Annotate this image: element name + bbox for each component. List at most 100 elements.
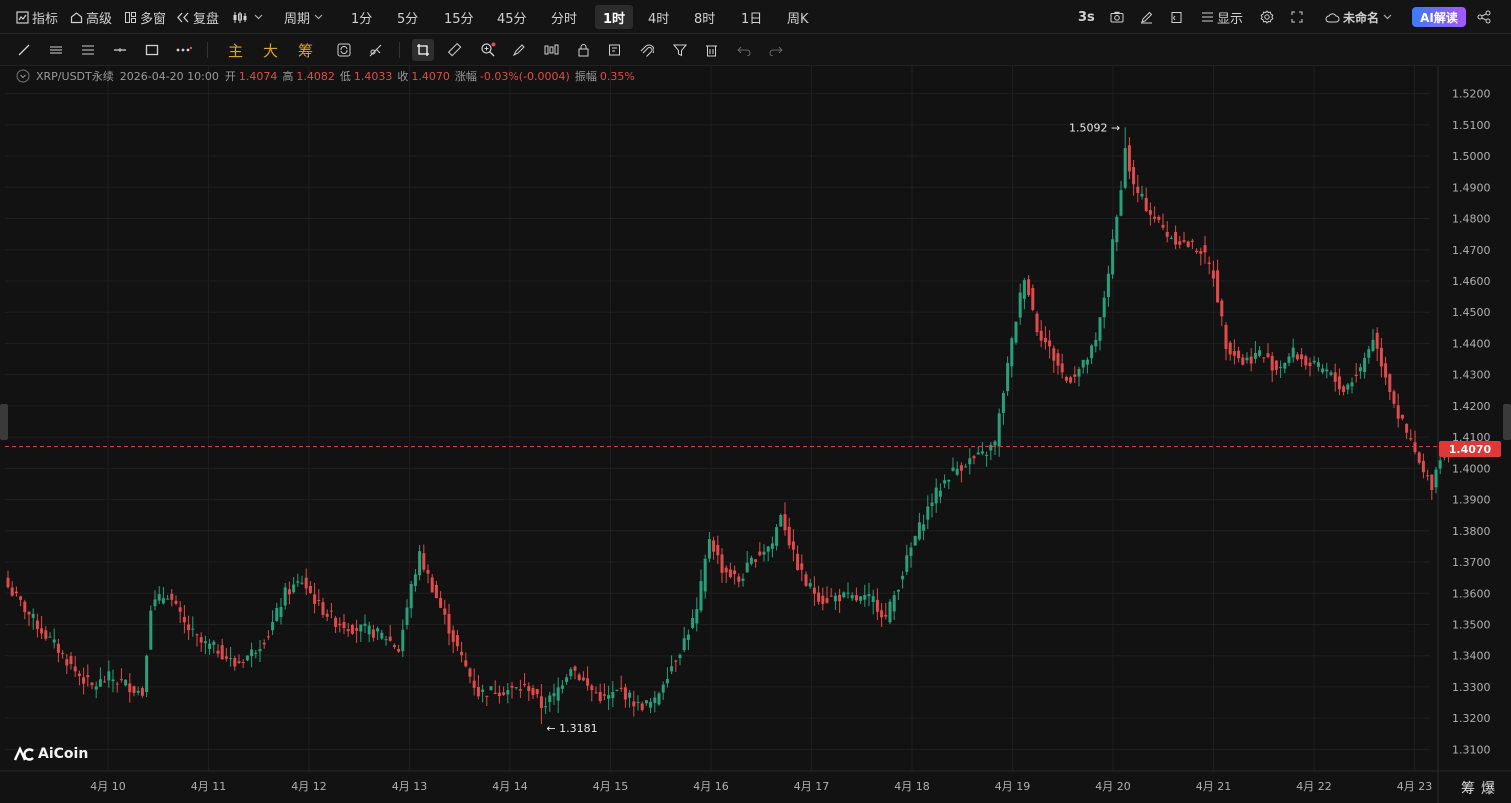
candle-body: [397, 648, 401, 652]
main-chart-toggle[interactable]: 主: [228, 40, 243, 61]
candle-body: [1287, 356, 1291, 363]
candle-body: [707, 539, 711, 559]
candle-body: [187, 624, 191, 631]
divider: [399, 42, 400, 58]
candle-body: [1140, 193, 1144, 197]
undo-button[interactable]: [734, 40, 754, 60]
return-icon: [1171, 11, 1182, 23]
candle-body: [737, 576, 741, 582]
collapse-icon[interactable]: [16, 69, 30, 83]
interval-15m[interactable]: 15分: [444, 0, 474, 34]
candle-body: [308, 585, 312, 593]
more-tools-button[interactable]: [174, 40, 194, 60]
left-panel-handle[interactable]: [0, 404, 8, 440]
line-icon: [18, 44, 30, 56]
candle-body: [304, 577, 308, 589]
candle-body: [376, 628, 380, 632]
magnet-tool[interactable]: [637, 40, 657, 60]
undo-layout-button[interactable]: [1170, 0, 1186, 34]
chips-toggle[interactable]: 筹: [298, 40, 313, 61]
candle-body: [1081, 359, 1085, 368]
candle-body: [833, 595, 837, 602]
candle-body: [103, 681, 107, 683]
last-price-tag: 1.4070: [1439, 441, 1501, 457]
layout-dropdown[interactable]: 未命名: [1325, 0, 1395, 34]
advanced-button[interactable]: 高级: [70, 0, 112, 34]
candle-body: [657, 693, 661, 705]
interval-45m[interactable]: 45分: [497, 0, 527, 34]
interval-5m[interactable]: 5分: [397, 0, 418, 34]
chips-panel-toggle[interactable]: 筹爆: [1461, 778, 1501, 798]
cursor-tool[interactable]: [412, 39, 434, 61]
interval-1d[interactable]: 1日: [741, 0, 762, 34]
candle-body: [560, 685, 564, 689]
settings-button[interactable]: [1260, 0, 1277, 34]
candle-body: [1014, 321, 1018, 343]
x-tick-label: 4月 12: [291, 780, 327, 793]
zoom-tool[interactable]: [478, 40, 498, 60]
candle-body: [863, 594, 867, 600]
parallel-lines-tool[interactable]: [46, 40, 66, 60]
interval-4h[interactable]: 4时: [648, 0, 669, 34]
interval-timeshare[interactable]: 分时: [551, 0, 577, 34]
y-tick-label: 1.5200: [1452, 88, 1491, 101]
ai-interpret-button[interactable]: AI解读: [1412, 7, 1466, 27]
candle-body: [313, 594, 317, 604]
delete-tool[interactable]: [701, 40, 721, 60]
high-label: 高: [282, 70, 294, 83]
candle-body: [980, 451, 984, 454]
right-panel-handle[interactable]: [1503, 404, 1511, 440]
display-menu[interactable]: 显示: [1201, 0, 1243, 34]
parallel-lines-icon: [50, 46, 62, 54]
candle-body: [821, 595, 825, 604]
replay-button[interactable]: 复盘: [176, 0, 219, 34]
candle-body: [119, 679, 123, 681]
share-button[interactable]: [1477, 0, 1494, 34]
edit-button[interactable]: [1140, 0, 1156, 34]
multi-window-button[interactable]: 多窗: [124, 0, 166, 34]
candle-body: [850, 595, 854, 599]
candle-body: [665, 679, 669, 684]
interval-1h[interactable]: 1时: [595, 5, 634, 29]
refresh-interval[interactable]: 3s: [1078, 0, 1095, 34]
indicator-button[interactable]: 指标: [16, 0, 58, 34]
ruler-tool[interactable]: [445, 40, 465, 60]
interval-8h[interactable]: 8时: [694, 0, 715, 34]
filter-tool[interactable]: [670, 40, 690, 60]
period-dropdown[interactable]: 周期: [284, 0, 326, 34]
interval-1m[interactable]: 1分: [351, 0, 372, 34]
candle-body: [485, 695, 489, 697]
sync-tool[interactable]: [334, 40, 354, 60]
template-tool[interactable]: [605, 40, 625, 60]
y-tick-label: 1.3100: [1452, 743, 1491, 756]
lock-tool[interactable]: [573, 40, 593, 60]
candle-body: [124, 679, 128, 686]
candle-tool[interactable]: [541, 40, 561, 60]
brush-tool[interactable]: [509, 40, 529, 60]
chart-area[interactable]: 1.5200 1.5100 1.5000 1.4900 1.4800 1.4700 1.46…: [0, 66, 1511, 803]
candle-body: [510, 685, 514, 688]
gear-icon: [1260, 10, 1274, 24]
chart-type-dropdown[interactable]: [232, 0, 266, 34]
x-tick-label: 4月 19: [995, 780, 1031, 793]
candle-body: [464, 660, 468, 667]
interval-week[interactable]: 周K: [787, 0, 809, 34]
lock-icon: [578, 44, 588, 57]
candle-body: [35, 620, 39, 630]
candle-body: [69, 656, 73, 665]
rectangle-tool[interactable]: [142, 40, 162, 60]
house-icon: [70, 11, 83, 23]
fib-tool[interactable]: [78, 40, 98, 60]
large-order-toggle[interactable]: 大: [263, 40, 278, 61]
candle-body: [422, 553, 426, 570]
candle-body: [1165, 231, 1169, 237]
candlestick-chart[interactable]: 1.5200 1.5100 1.5000 1.4900 1.4800 1.4700 1.46…: [0, 66, 1511, 803]
horizontal-ray-tool[interactable]: [110, 40, 130, 60]
redo-button[interactable]: [766, 40, 786, 60]
hide-drawings-tool[interactable]: [366, 40, 386, 60]
candle-body: [140, 688, 144, 696]
candlestick-icon: [233, 11, 247, 23]
fullscreen-button[interactable]: [1291, 0, 1306, 34]
trendline-tool[interactable]: [14, 40, 34, 60]
screenshot-button[interactable]: [1110, 0, 1127, 34]
